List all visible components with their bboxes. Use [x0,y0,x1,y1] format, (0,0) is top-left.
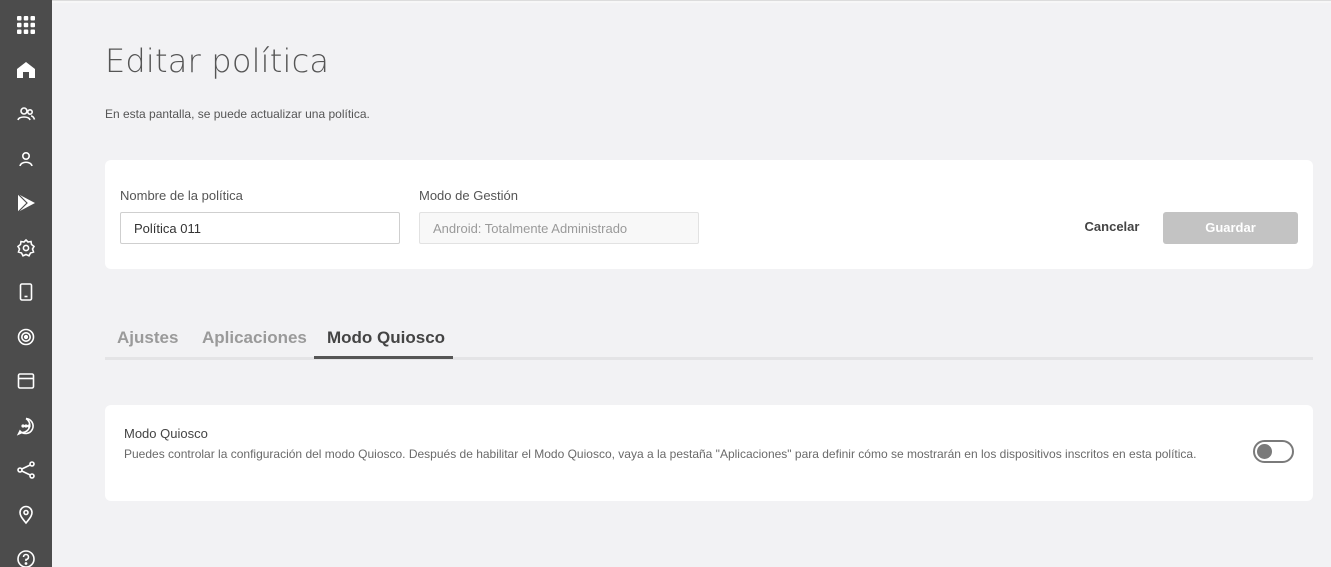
top-divider [52,0,1331,3]
device-icon[interactable] [0,277,52,307]
toggle-knob [1257,444,1272,459]
policy-form-card: Nombre de la política Política 011 Modo … [105,160,1313,269]
share-icon[interactable] [0,455,52,485]
play-store-icon[interactable] [0,188,52,218]
page-subtitle: En esta pantalla, se puede actualizar un… [105,107,370,121]
policy-tabs: Ajustes Aplicaciones Modo Quiosco [105,318,1313,360]
tab-modo-quiosco[interactable]: Modo Quiosco [327,328,445,348]
sidebar [0,0,52,567]
management-mode-label: Modo de Gestión [419,188,519,203]
page-title: Editar política [105,42,330,80]
tab-ajustes[interactable]: Ajustes [117,328,178,348]
policy-name-input[interactable]: Política 011 [120,212,400,244]
tab-aplicaciones[interactable]: Aplicaciones [202,328,307,348]
kiosk-mode-description: Puedes controlar la configuración del mo… [124,447,1197,461]
cancel-button[interactable]: Cancelar [1077,215,1147,239]
home-icon[interactable] [0,55,52,85]
save-button[interactable]: Guardar [1163,212,1298,244]
settings-icon[interactable] [0,233,52,263]
kiosk-mode-toggle[interactable] [1253,440,1294,463]
active-tab-indicator [314,356,453,359]
users-icon[interactable] [0,99,52,129]
kiosk-mode-card: Modo Quiosco Puedes controlar la configu… [105,405,1313,501]
chat-icon[interactable] [0,411,52,441]
help-icon[interactable] [0,544,52,567]
target-icon[interactable] [0,322,52,352]
location-icon[interactable] [0,500,52,530]
apps-grid-icon[interactable] [0,10,52,40]
kiosk-mode-title: Modo Quiosco [124,426,208,441]
user-icon[interactable] [0,144,52,174]
browser-window-icon[interactable] [0,366,52,396]
management-mode-input: Android: Totalmente Administrado [419,212,699,244]
policy-name-label: Nombre de la política [120,188,243,203]
